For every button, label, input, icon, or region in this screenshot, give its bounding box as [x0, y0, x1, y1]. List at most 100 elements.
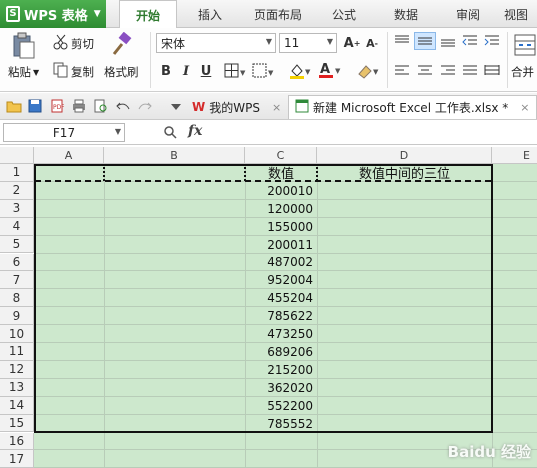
function-icon[interactable]: fx: [188, 123, 202, 139]
app-menu-button[interactable]: S WPS 表格 ▼: [0, 0, 106, 28]
fill-pattern-icon[interactable]: ▼: [252, 63, 274, 82]
svg-text:▼: ▼: [268, 69, 274, 77]
save-icon[interactable]: [28, 99, 42, 113]
formula-bar: F17 ▼ fx: [0, 121, 537, 145]
row-header-13[interactable]: 13: [0, 378, 34, 397]
redo-icon[interactable]: [138, 99, 152, 113]
row-header-7[interactable]: 7: [0, 271, 34, 290]
copy-button[interactable]: 复制: [53, 62, 94, 81]
column-header-d[interactable]: D: [317, 147, 492, 164]
ribbon-home: 粘贴 ▼ 剪切 复制 格式刷 宋体 ▼ 11 ▼ A + A- B I U ▼ ▼ …: [0, 28, 537, 92]
paste-icon[interactable]: [10, 32, 36, 60]
copy-label: 复制: [71, 64, 94, 79]
ribbon-divider: [387, 32, 388, 88]
formula-input[interactable]: [212, 123, 534, 142]
cut-button[interactable]: 剪切: [53, 34, 94, 53]
clear-format-icon[interactable]: ▼: [356, 62, 380, 83]
font-size-value: 11: [284, 36, 300, 50]
tab-view[interactable]: 视图: [504, 0, 537, 28]
decrease-font-icon[interactable]: A-: [364, 34, 380, 52]
row-header-10[interactable]: 10: [0, 325, 34, 343]
bold-icon[interactable]: B: [158, 62, 174, 80]
row-header-11[interactable]: 11: [0, 343, 34, 361]
align-middle-icon[interactable]: [414, 32, 436, 50]
select-all-corner[interactable]: [0, 147, 34, 164]
cell-area[interactable]: 数值 数值中间的三位 200010 120000 155000 200011 48700…: [34, 164, 537, 468]
ribbon-divider: [507, 32, 508, 88]
row-header-12[interactable]: 12: [0, 360, 34, 379]
font-name-select[interactable]: 宋体 ▼: [156, 33, 276, 53]
row-header-4[interactable]: 4: [0, 217, 34, 236]
column-header-c[interactable]: C: [245, 147, 317, 164]
sheet-grid[interactable]: A B C D E 1 2 3 4 5 6 7 8 9 10 11 12 13 14 15 16 17 数值 数…: [0, 147, 537, 468]
borders-icon[interactable]: ▼: [224, 63, 246, 82]
fill-color-icon[interactable]: ▼: [288, 62, 312, 83]
doc-tab-my-wps[interactable]: W 我的WPS ×: [186, 95, 287, 119]
tab-page-layout[interactable]: 页面布局: [244, 0, 312, 28]
align-right-icon[interactable]: [440, 64, 456, 81]
chevron-down-icon: ▼: [93, 9, 101, 19]
underline-icon[interactable]: U: [198, 62, 214, 80]
name-box[interactable]: F17 ▼: [3, 123, 125, 142]
row-header-9[interactable]: 9: [0, 307, 34, 326]
merge-button[interactable]: 合并: [511, 64, 534, 80]
undo-icon[interactable]: [116, 99, 130, 113]
increase-font-icon[interactable]: A +: [344, 34, 361, 52]
row-header-8[interactable]: 8: [0, 289, 34, 308]
export-pdf-icon[interactable]: PDF: [50, 99, 65, 113]
table-outline-border: [34, 164, 493, 433]
justify-icon[interactable]: [462, 64, 478, 81]
font-color-icon[interactable]: A ▼: [318, 61, 342, 82]
tab-home[interactable]: 开始: [119, 0, 177, 29]
chevron-down-icon[interactable]: [170, 101, 184, 115]
italic-icon[interactable]: I: [178, 62, 194, 80]
tab-review[interactable]: 审阅: [440, 0, 496, 28]
print-icon[interactable]: [72, 99, 86, 113]
font-size-select[interactable]: 11 ▼: [279, 33, 337, 53]
row-header-5[interactable]: 5: [0, 235, 34, 254]
print-preview-icon[interactable]: [94, 99, 108, 113]
align-bottom-icon[interactable]: [440, 34, 456, 51]
column-header-e[interactable]: E: [492, 147, 537, 164]
column-header-a[interactable]: A: [34, 147, 104, 164]
tab-data[interactable]: 数据: [378, 0, 434, 28]
row-header-15[interactable]: 15: [0, 414, 34, 433]
chevron-down-icon: ▼: [326, 37, 333, 46]
cell-ref: F17: [52, 125, 76, 140]
align-top-icon[interactable]: [394, 34, 410, 51]
format-painter-button[interactable]: 格式刷: [104, 64, 139, 80]
row-header-17[interactable]: 17: [0, 450, 34, 468]
close-icon[interactable]: ×: [520, 101, 529, 114]
doc-tab-workbook[interactable]: 新建 Microsoft Excel 工作表.xlsx * ×: [288, 95, 537, 119]
align-center-icon[interactable]: [417, 64, 433, 81]
indent-increase-icon[interactable]: [484, 34, 500, 51]
merge-icon[interactable]: [514, 32, 536, 61]
close-icon[interactable]: ×: [272, 101, 281, 114]
align-left-icon[interactable]: [394, 64, 410, 81]
chevron-down-icon: ▼: [265, 37, 272, 46]
row-header-14[interactable]: 14: [0, 396, 34, 415]
column-header-b[interactable]: B: [104, 147, 245, 164]
scissors-icon: [53, 34, 69, 53]
row-header-16[interactable]: 16: [0, 432, 34, 451]
ribbon-divider: [150, 32, 151, 88]
doc-tab-label: 我的WPS: [209, 100, 260, 115]
column-header-row: A B C D E: [0, 147, 537, 164]
paste-button[interactable]: 粘贴 ▼: [8, 64, 39, 80]
tab-formulas[interactable]: 公式: [318, 0, 370, 28]
tab-insert[interactable]: 插入: [182, 0, 238, 28]
spreadsheet-icon: [295, 99, 309, 116]
wps-w-icon: W: [192, 100, 206, 114]
distributed-icon[interactable]: [484, 64, 500, 81]
indent-decrease-icon[interactable]: [462, 34, 478, 51]
brush-icon[interactable]: [108, 31, 134, 58]
svg-text:PDF: PDF: [53, 104, 64, 111]
row-header-6[interactable]: 6: [0, 253, 34, 272]
row-header-3[interactable]: 3: [0, 199, 34, 218]
open-folder-icon[interactable]: [6, 99, 22, 113]
row-header-2[interactable]: 2: [0, 181, 34, 200]
search-icon[interactable]: [163, 125, 177, 142]
svg-text:▼: ▼: [240, 69, 246, 77]
svg-text:▼: ▼: [305, 68, 311, 76]
row-header-1[interactable]: 1: [0, 164, 34, 182]
